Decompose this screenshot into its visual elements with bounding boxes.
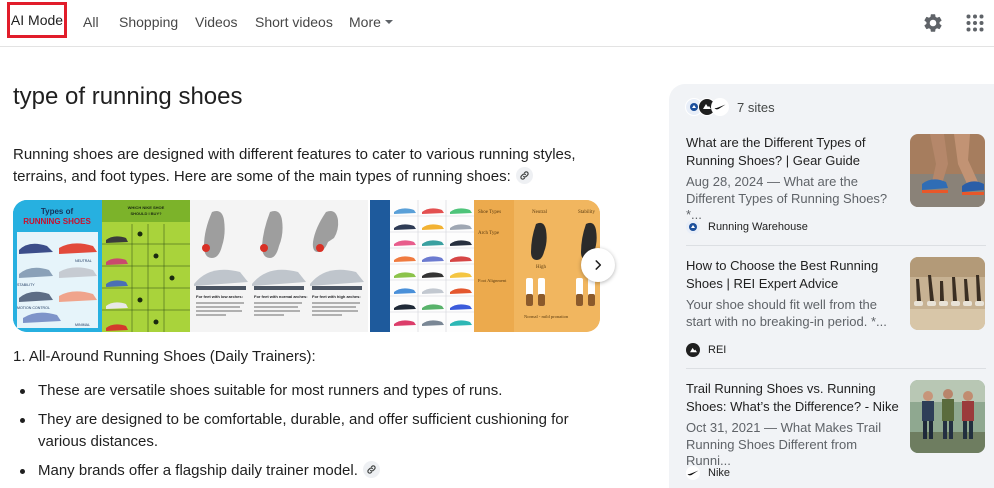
infographic-title-1: Types of xyxy=(41,207,74,216)
tab-all[interactable]: All xyxy=(83,14,99,30)
source-card-site-name: REI xyxy=(708,344,727,356)
running-warehouse-favicon xyxy=(686,220,700,234)
tab-shopping[interactable]: Shopping xyxy=(119,14,178,30)
list-item: They are designed to be comfortable, dur… xyxy=(13,409,593,453)
list-item: Many brands offer a flagship daily train… xyxy=(13,460,593,482)
list-item-text: Many brands offer a flagship daily train… xyxy=(38,462,358,479)
query-title: type of running shoes xyxy=(13,83,243,110)
nike-favicon xyxy=(711,98,729,116)
arch-caption-low: For feet with low arches: xyxy=(196,294,243,299)
tab-more-label: More xyxy=(349,14,381,30)
source-card-thumbnail xyxy=(910,380,985,453)
tab-short-videos[interactable]: Short videos xyxy=(255,14,333,30)
sites-count: 7 sites xyxy=(737,99,775,115)
list-item-text: These are versatile shoes suitable for m… xyxy=(38,382,503,399)
list-item-text: They are designed to be comfortable, dur… xyxy=(38,411,569,450)
list-item: These are versatile shoes suitable for m… xyxy=(13,380,593,402)
link-icon[interactable] xyxy=(515,166,533,184)
infographic-label-3: NEUTRAL xyxy=(75,259,92,263)
source-card-site: Running Warehouse xyxy=(686,220,808,234)
caret-down-icon xyxy=(384,20,393,25)
arch-chart-col-1: Shoe Types xyxy=(478,210,501,215)
intro-paragraph: Running shoes are designed with differen… xyxy=(13,144,598,188)
source-card[interactable]: What are the Different Types of Running … xyxy=(686,134,986,234)
tab-more[interactable]: More xyxy=(349,14,393,30)
source-card-snippet: Oct 31, 2021 — What Makes Trail Running … xyxy=(686,420,882,468)
arch-chart-row-2: Foot Alignment xyxy=(478,278,507,283)
carousel-image-arch-types[interactable]: For feet with low arches: For feet with … xyxy=(190,200,368,332)
source-card[interactable]: How to Choose the Best Running Shoes | R… xyxy=(686,257,986,357)
link-icon[interactable] xyxy=(362,460,380,478)
arch-chart-row-1: Arch Type xyxy=(478,231,500,236)
tab-videos[interactable]: Videos xyxy=(195,14,238,30)
arch-chart-high: High xyxy=(536,265,547,270)
source-card-title[interactable]: Trail Running Shoes vs. Running Shoes: W… xyxy=(686,380,901,416)
arch-chart-col-3: Stability xyxy=(578,210,595,215)
intro-text: Running shoes are designed with differen… xyxy=(13,146,576,185)
arch-caption-normal: For feet with normal arches: xyxy=(254,294,308,299)
arch-caption-high: For feet with high arches: xyxy=(312,294,361,299)
bullet-list: These are versatile shoes suitable for m… xyxy=(13,380,593,482)
nike-favicon xyxy=(686,466,700,480)
arch-chart-col-2: Neutral xyxy=(532,210,548,215)
rei-favicon xyxy=(686,343,700,357)
tab-ai-mode[interactable]: AI Mode xyxy=(7,2,67,38)
apps-grid-icon[interactable] xyxy=(966,14,984,32)
source-card-site-name: Running Warehouse xyxy=(708,221,808,233)
source-card-site-name: Nike xyxy=(708,467,731,479)
image-carousel[interactable]: Types of RUNNING SHOES STABILITY MOTION … xyxy=(13,200,600,332)
carousel-image-shoe-table[interactable] xyxy=(370,200,474,332)
arch-chart-footer: Normal - mild pronation xyxy=(524,314,569,319)
source-card-title[interactable]: How to Choose the Best Running Shoes | R… xyxy=(686,257,901,293)
carousel-image-types-infographic[interactable]: Types of RUNNING SHOES STABILITY MOTION … xyxy=(13,200,102,332)
source-card-site: REI xyxy=(686,343,726,357)
source-card-snippet: Your shoe should fit well from the start… xyxy=(686,297,887,329)
source-card-site: Nike xyxy=(686,466,730,480)
nike-chart-header-1: WHICH NIKE SHOE xyxy=(128,205,165,210)
source-card-thumbnail xyxy=(910,134,985,207)
tab-ai-mode-label: AI Mode xyxy=(10,12,64,28)
source-card-title[interactable]: What are the Different Types of Running … xyxy=(686,134,901,170)
chevron-right-icon xyxy=(595,260,602,270)
source-card[interactable]: Trail Running Shoes vs. Running Shoes: W… xyxy=(686,380,986,480)
source-card-thumbnail xyxy=(910,257,985,330)
infographic-label-2: MOTION CONTROL xyxy=(17,306,50,310)
divider xyxy=(686,368,986,369)
divider xyxy=(686,245,986,246)
carousel-next-button[interactable] xyxy=(581,248,615,282)
infographic-label-4: MINIMAL xyxy=(75,323,90,327)
section-heading: 1. All-Around Running Shoes (Daily Train… xyxy=(13,348,316,365)
sites-summary[interactable]: 7 sites xyxy=(685,97,775,117)
infographic-title-2: RUNNING SHOES xyxy=(23,217,91,226)
gear-icon[interactable] xyxy=(922,12,944,34)
carousel-image-nike-chart[interactable]: WHICH NIKE SHOE SHOULD I BUY? xyxy=(102,200,190,332)
source-card-snippet: Aug 28, 2024 — What are the Different Ty… xyxy=(686,174,888,222)
top-navigation: AI Mode All Shopping Videos Short videos… xyxy=(0,0,994,47)
infographic-label-1: STABILITY xyxy=(17,283,35,287)
nike-chart-header-2: SHOULD I BUY? xyxy=(130,211,162,216)
